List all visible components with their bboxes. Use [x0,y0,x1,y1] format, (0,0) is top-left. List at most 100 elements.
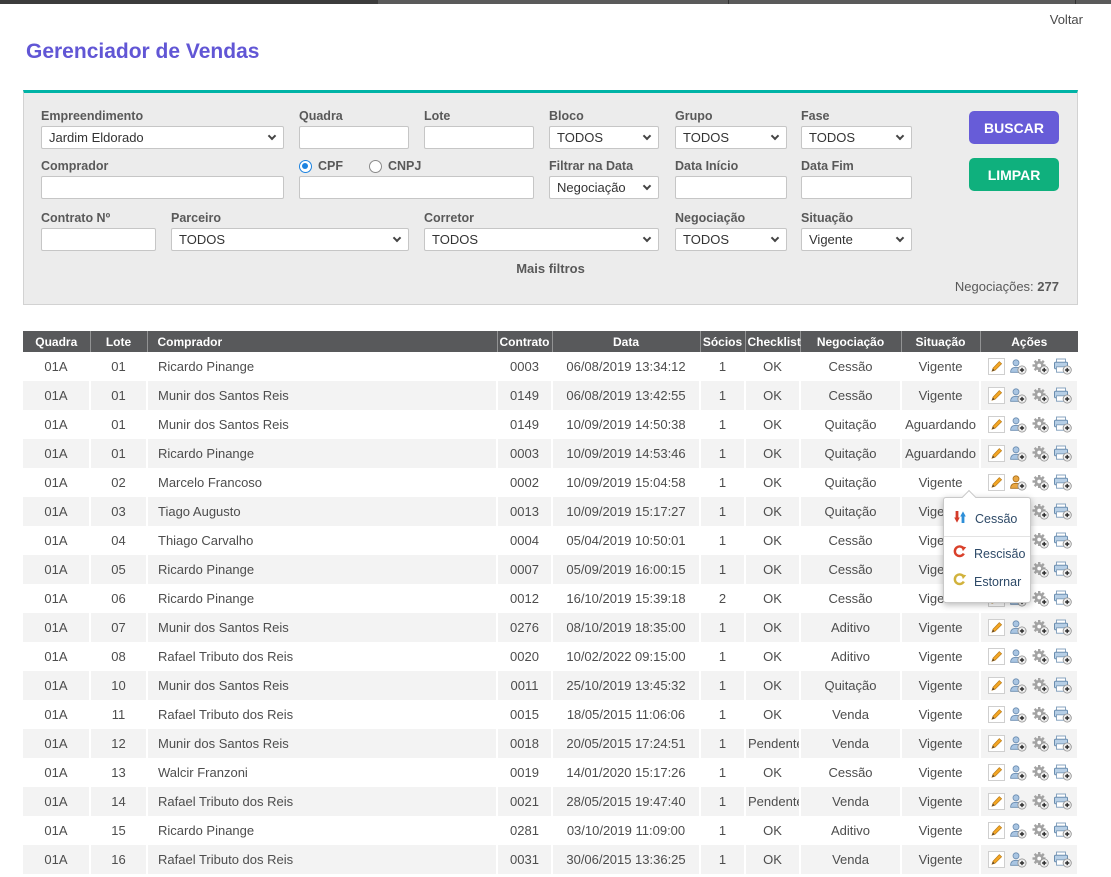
edit-button[interactable] [987,416,1006,434]
edit-button[interactable] [987,851,1006,869]
edit-icon [988,793,1005,810]
edit-button[interactable] [987,648,1006,666]
edit-button[interactable] [987,474,1006,492]
cpf-radio[interactable] [299,160,312,173]
add-gear-button[interactable] [1031,619,1050,637]
add-person-button[interactable] [1009,851,1028,869]
edit-button[interactable] [987,706,1006,724]
add-gear-button[interactable] [1031,416,1050,434]
add-gear-button[interactable] [1031,706,1050,724]
print-contract-button[interactable] [1053,561,1072,579]
buscar-button[interactable]: BUSCAR [969,111,1059,144]
edit-button[interactable] [987,793,1006,811]
edit-button[interactable] [987,677,1006,695]
add-gear-button[interactable] [1031,764,1050,782]
add-person-button[interactable] [1009,619,1028,637]
chevron-down-icon [896,234,904,242]
add-person-button[interactable] [1009,387,1028,405]
add-gear-button[interactable] [1031,677,1050,695]
mais-filtros-link[interactable]: Mais filtros [24,261,1077,276]
edit-icon [988,735,1005,752]
print-contract-button[interactable] [1053,416,1072,434]
quadra-input[interactable] [299,126,409,149]
cnpj-radio-option[interactable]: CNPJ [369,159,421,173]
print-contract-button[interactable] [1053,474,1072,492]
add-gear-button[interactable] [1031,590,1050,608]
print-contract-button[interactable] [1053,648,1072,666]
data-fim-input[interactable] [801,176,912,199]
cell-checklist: Pendente [745,787,800,816]
add-person-button[interactable] [1009,764,1028,782]
document-number-input[interactable] [299,176,534,199]
print-contract-button[interactable] [1053,503,1072,521]
cell-checklist: OK [745,642,800,671]
cell-situacao: Vigente [901,816,980,845]
empreendimento-select[interactable]: Jardim Eldorado [41,126,284,149]
back-link[interactable]: Voltar [1050,12,1083,27]
add-person-button[interactable] [1009,706,1028,724]
print-contract-button[interactable] [1053,445,1072,463]
add-gear-button[interactable] [1031,822,1050,840]
add-person-button[interactable] [1009,793,1028,811]
print-contract-button[interactable] [1053,822,1072,840]
limpar-button[interactable]: LIMPAR [969,158,1059,191]
corretor-select[interactable]: TODOS [424,228,659,251]
edit-button[interactable] [987,619,1006,637]
add-gear-button[interactable] [1031,445,1050,463]
edit-icon [988,474,1005,491]
edit-button[interactable] [987,387,1006,405]
cnpj-radio[interactable] [369,160,382,173]
contrato-input[interactable] [41,228,156,251]
menu-item-cessao[interactable]: Cessão [944,505,1030,533]
edit-button[interactable] [987,735,1006,753]
data-inicio-input[interactable] [675,176,787,199]
add-person-button[interactable] [1009,677,1028,695]
print-contract-button[interactable] [1053,619,1072,637]
add-person-button[interactable] [1009,416,1028,434]
print-contract-button[interactable] [1053,532,1072,550]
add-gear-button[interactable] [1031,532,1050,550]
add-gear-button[interactable] [1031,474,1050,492]
grupo-select[interactable]: TODOS [675,126,787,149]
print-contract-button[interactable] [1053,677,1072,695]
add-gear-button[interactable] [1031,387,1050,405]
add-gear-button[interactable] [1031,358,1050,376]
edit-button[interactable] [987,822,1006,840]
fase-select[interactable]: TODOS [801,126,912,149]
print-contract-button[interactable] [1053,387,1072,405]
cpf-radio-option[interactable]: CPF [299,159,343,173]
print-contract-button[interactable] [1053,706,1072,724]
cell-socios: 1 [700,787,745,816]
edit-button[interactable] [987,764,1006,782]
situacao-select[interactable]: Vigente [801,228,912,251]
bloco-select[interactable]: TODOS [549,126,659,149]
edit-button[interactable] [987,445,1006,463]
add-person-button[interactable] [1009,474,1028,492]
print-contract-button[interactable] [1053,764,1072,782]
menu-item-estornar[interactable]: Estornar [944,568,1030,596]
add-gear-button[interactable] [1031,561,1050,579]
add-person-button[interactable] [1009,445,1028,463]
print-contract-button[interactable] [1053,851,1072,869]
add-gear-button[interactable] [1031,735,1050,753]
print-contract-button[interactable] [1053,793,1072,811]
print-contract-button[interactable] [1053,358,1072,376]
add-person-button[interactable] [1009,648,1028,666]
add-person-button[interactable] [1009,358,1028,376]
filtrar-na-data-select[interactable]: Negociação [549,176,659,199]
add-person-button[interactable] [1009,735,1028,753]
edit-button[interactable] [987,358,1006,376]
comprador-input[interactable] [41,176,284,199]
add-person-button[interactable] [1009,822,1028,840]
negociacao-select[interactable]: TODOS [675,228,787,251]
print-contract-button[interactable] [1053,735,1072,753]
cell-quadra: 01A [23,613,90,642]
menu-item-rescisao[interactable]: Rescisão [944,540,1030,568]
print-contract-button[interactable] [1053,590,1072,608]
add-gear-button[interactable] [1031,851,1050,869]
parceiro-select[interactable]: TODOS [171,228,409,251]
lote-input[interactable] [424,126,534,149]
add-gear-button[interactable] [1031,793,1050,811]
add-gear-button[interactable] [1031,648,1050,666]
add-gear-button[interactable] [1031,503,1050,521]
